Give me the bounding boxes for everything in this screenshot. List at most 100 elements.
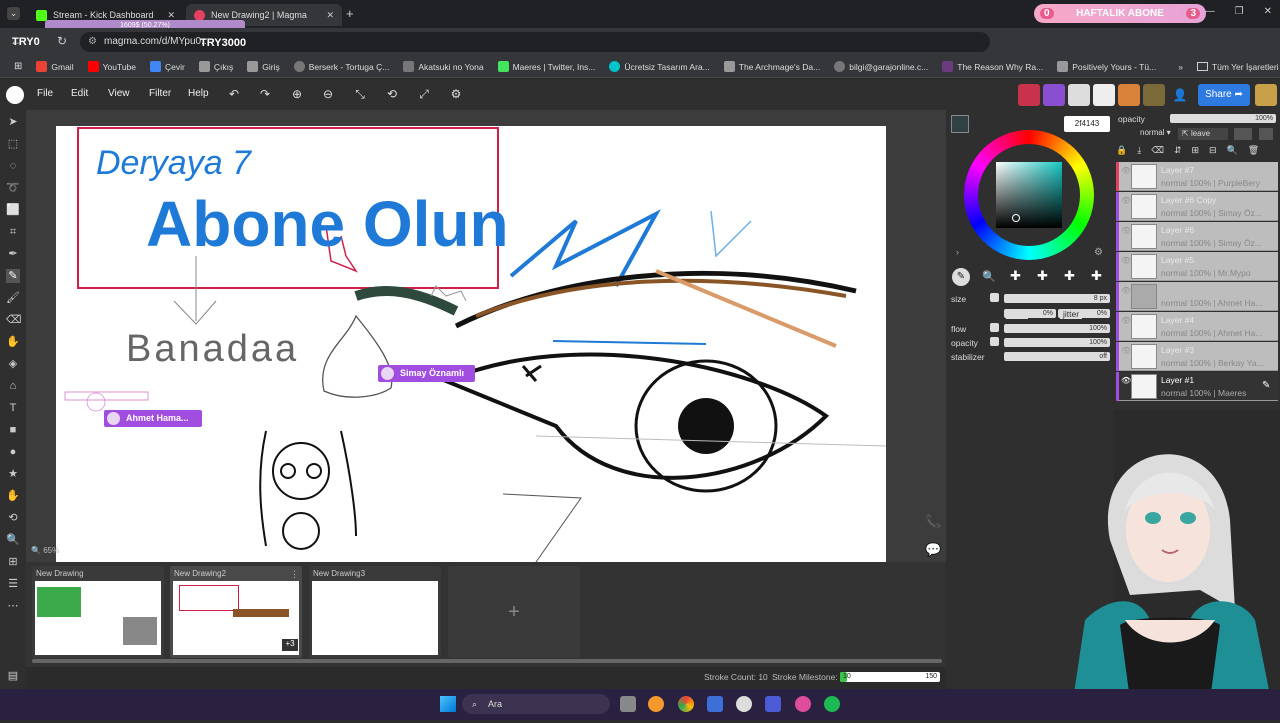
zoom-in-icon[interactable]: ⊕ <box>289 87 305 103</box>
leave-button[interactable]: ⇱ leave <box>1178 128 1228 140</box>
menu-help[interactable]: Help <box>188 88 209 99</box>
shape-tool-icon[interactable]: ★ <box>6 467 20 481</box>
stamp-tool-icon[interactable]: ⌂ <box>6 379 20 393</box>
brush-pencil-icon[interactable]: ✎ <box>952 268 970 286</box>
fit-icon[interactable]: ⤡ <box>352 87 368 103</box>
zoom-tool-icon[interactable]: 🔍 <box>6 533 20 547</box>
collaborator-avatar-3[interactable] <box>1068 84 1090 106</box>
bookmark-giris[interactable]: Giriş <box>247 61 280 72</box>
redo-icon[interactable]: ↷ <box>257 87 273 103</box>
size-lock-icon[interactable] <box>990 293 999 302</box>
bookmark-tasarim[interactable]: Ücretsiz Tasarım Ara... <box>609 61 710 72</box>
opacity-lock-icon[interactable] <box>990 337 999 346</box>
menu-file[interactable]: File <box>37 88 53 99</box>
panel-settings-icon[interactable]: ⚙ <box>1094 247 1103 258</box>
zoom-level[interactable]: 🔍 65% <box>31 546 59 555</box>
bookmark-reason[interactable]: The Reason Why Ra... <box>942 61 1043 72</box>
lasso-tool-icon[interactable]: ➰ <box>6 181 20 195</box>
layer-visibility-icon[interactable]: 👁 <box>1121 226 1131 235</box>
layer-row[interactable]: 👁 Layer #6 Copy normal 100% | Simay Öz..… <box>1116 192 1278 221</box>
layer-row[interactable]: 👁 Layer #7 normal 100% | PurpleBery <box>1116 162 1278 191</box>
edit-layer-icon[interactable]: ✎ <box>1262 380 1270 391</box>
apps-grid-icon[interactable]: ⊞ <box>14 61 22 72</box>
share-button[interactable]: Share ➦ <box>1198 84 1250 106</box>
menu-filter[interactable]: Filter <box>149 88 171 99</box>
close-icon[interactable]: ✕ <box>167 10 175 21</box>
new-tab-button[interactable]: + <box>346 6 354 21</box>
thumb-menu-icon[interactable]: ⋮ <box>290 569 299 580</box>
bookmark-cevir[interactable]: Çevir <box>150 61 185 72</box>
rotate-view-tool-icon[interactable]: ⟲ <box>6 511 20 525</box>
layer-visibility-icon[interactable]: 👁 <box>1121 316 1131 325</box>
ellipse-tool-icon[interactable]: ● <box>6 445 20 459</box>
brush-preset-4-icon[interactable]: ✚ <box>1091 268 1102 284</box>
layer-row-active[interactable]: 👁 Layer #1 normal 100% | Maeres ✎ <box>1116 372 1278 401</box>
close-icon[interactable]: ✕ <box>326 10 334 21</box>
taskbar-search[interactable]: ⌕ Ara <box>462 694 610 714</box>
brush-opacity-slider[interactable]: 100% <box>1004 338 1110 347</box>
layer-row[interactable]: 👁 normal 100% | Ahmet Ha... <box>1116 282 1278 311</box>
menu-view[interactable]: View <box>108 88 130 99</box>
settings-icon[interactable]: ⚙ <box>448 87 464 103</box>
text-tool-icon[interactable]: T <box>6 401 20 415</box>
collaborator-avatar-1[interactable] <box>1018 84 1040 106</box>
eyedropper-tool-icon[interactable]: ✒ <box>6 247 20 261</box>
grid-tool-icon[interactable]: ⊞ <box>6 555 20 569</box>
drawing-thumb-2[interactable]: New Drawing2 ⋮ +3 <box>170 566 302 658</box>
bookmark-youtube[interactable]: YouTube <box>87 61 136 72</box>
eraser-tool-icon[interactable]: ⌫ <box>6 313 22 327</box>
brush-preset-3-icon[interactable]: ✚ <box>1064 268 1075 284</box>
layer-visibility-icon[interactable]: 👁 <box>1121 286 1131 295</box>
brush-preset-2-icon[interactable]: ✚ <box>1037 268 1048 284</box>
select-rect-tool-icon[interactable]: ⬚ <box>6 137 20 151</box>
search-layer-icon[interactable]: 🔍 <box>1227 145 1238 158</box>
reload-icon[interactable]: ↻ <box>57 34 67 48</box>
bookmark-berserk[interactable]: Berserk - Tortuga Ç... <box>293 61 389 72</box>
undo-icon[interactable]: ↶ <box>226 87 242 103</box>
move-tool-icon[interactable]: ➤ <box>6 115 20 129</box>
erase-layer-icon[interactable]: ⌫ <box>1151 145 1164 158</box>
layer-row[interactable]: 👁 Layer #5 normal 100% | Mr.Mypo <box>1116 252 1278 281</box>
lock-layer-icon[interactable]: 🔒 <box>1116 145 1127 158</box>
collaborator-avatar-6[interactable] <box>1143 84 1165 106</box>
color-picker-handle[interactable] <box>1012 214 1020 222</box>
tab-menu-icon[interactable]: ⌄ <box>7 7 20 20</box>
drawing-canvas[interactable]: Deryaya 7 Abone Olun Banadaa <box>56 126 886 562</box>
flow-lock-icon[interactable] <box>990 323 999 332</box>
chrome-icon[interactable] <box>678 696 694 712</box>
flatten-layer-icon[interactable]: ⊞ <box>1191 145 1199 158</box>
magma-logo-icon[interactable] <box>6 86 24 104</box>
clip-layer-icon[interactable]: ⤓ <box>1137 145 1141 158</box>
color-wheel[interactable] <box>964 130 1094 260</box>
layer-visibility-icon[interactable]: 👁 <box>1121 376 1131 385</box>
layer-visibility-icon[interactable]: 👁 <box>1121 346 1131 355</box>
merge-layer-icon[interactable]: ⇵ <box>1174 145 1182 158</box>
smudge-tool-icon[interactable]: ✋ <box>6 335 20 349</box>
minimize-icon[interactable]: — <box>1205 6 1215 17</box>
size-slider[interactable]: 8 px <box>1004 294 1110 303</box>
all-bookmarks-folder[interactable]: Tüm Yer İşaretleri <box>1196 62 1279 72</box>
spotify-icon[interactable] <box>824 696 840 712</box>
split-layer-icon[interactable]: ⊟ <box>1209 145 1217 158</box>
app-pink-icon[interactable] <box>795 696 811 712</box>
tray-scrollbar[interactable] <box>32 659 942 663</box>
layer-row[interactable]: 👁 Layer #4 normal 100% | Ahmet Ha... <box>1116 312 1278 341</box>
drawing-thumb-1[interactable]: New Drawing <box>32 566 164 658</box>
panel-toggle-icon[interactable]: ▤ <box>6 669 20 683</box>
transform-tool-icon[interactable]: ⬜ <box>6 203 20 217</box>
brush-tool-icon[interactable]: 🖌 <box>6 291 20 305</box>
site-info-icon[interactable]: ⚙ <box>88 32 97 52</box>
stabilizer-slider[interactable]: off <box>1004 352 1110 361</box>
add-layer-icon[interactable] <box>1259 128 1273 140</box>
maximize-icon[interactable]: ❐ <box>1235 6 1244 17</box>
brush-preset-1-icon[interactable]: ✚ <box>1010 268 1021 284</box>
flow-slider[interactable]: 100% <box>1004 324 1110 333</box>
brush-search-icon[interactable]: 🔍 <box>982 270 996 283</box>
app-v-icon[interactable] <box>765 696 781 712</box>
rectangle-tool-icon[interactable]: ■ <box>6 423 20 437</box>
file-explorer-icon[interactable] <box>620 696 636 712</box>
add-drawing-button[interactable]: + <box>448 566 580 658</box>
call-icon[interactable]: 📞 <box>925 514 941 530</box>
bookmark-garaj[interactable]: bilgi@garajonline.c... <box>834 61 928 72</box>
bookmark-maeres[interactable]: Maeres | Twitter, Ins... <box>497 61 595 72</box>
